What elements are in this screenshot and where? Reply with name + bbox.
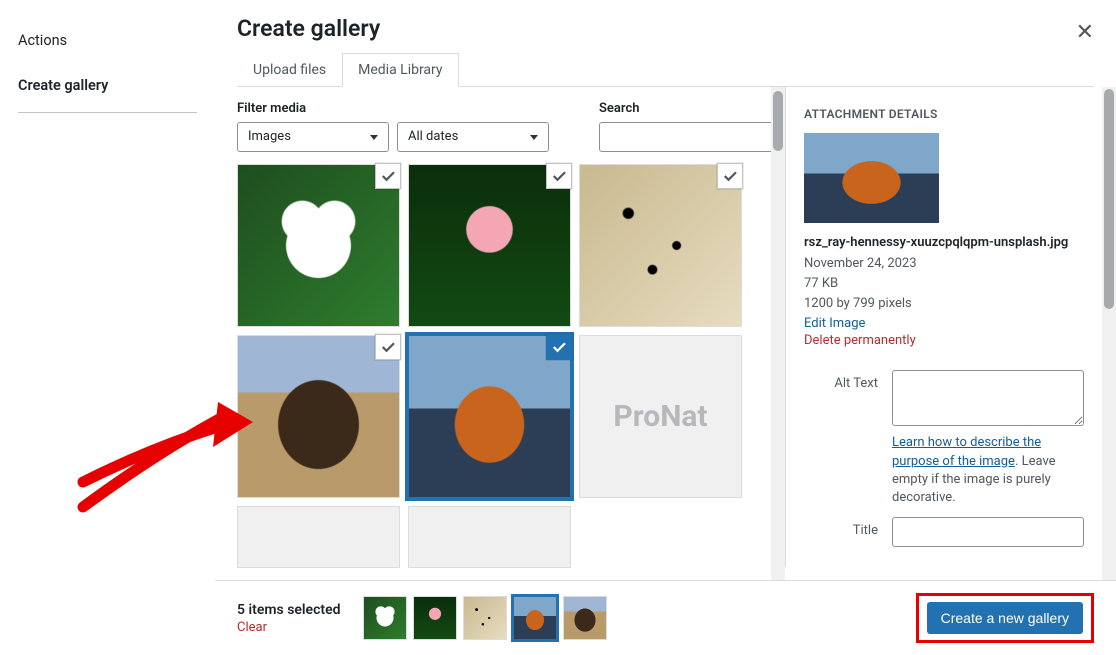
check-icon[interactable] xyxy=(717,163,743,189)
search-label: Search xyxy=(599,101,777,116)
check-icon[interactable] xyxy=(546,163,572,189)
clear-selection-link[interactable]: Clear xyxy=(237,620,341,635)
media-thumb-leopard[interactable] xyxy=(579,164,742,327)
attachment-size: 77 KB xyxy=(804,274,1084,294)
selection-count: 5 items selected xyxy=(237,602,341,618)
sidebar-item-create-gallery[interactable]: Create gallery xyxy=(18,67,197,113)
create-new-gallery-button[interactable]: Create a new gallery xyxy=(927,602,1083,634)
alt-text-input[interactable] xyxy=(892,370,1084,426)
strip-thumb-panda[interactable] xyxy=(363,596,407,640)
sidebar-item-actions[interactable]: Actions xyxy=(18,22,197,67)
media-thumb-fox[interactable] xyxy=(408,335,571,498)
create-button-highlight: Create a new gallery xyxy=(916,593,1094,643)
title-label: Title xyxy=(804,517,892,538)
attachment-heading: ATTACHMENT DETAILS xyxy=(804,107,1084,121)
media-thumb-bison[interactable] xyxy=(237,335,400,498)
media-thumb-flamingo[interactable] xyxy=(408,164,571,327)
alt-text-label: Alt Text xyxy=(804,370,892,391)
media-thumb-panda[interactable] xyxy=(237,164,400,327)
filter-media-type-select[interactable]: Images xyxy=(237,122,389,152)
filter-media-label: Filter media xyxy=(237,101,549,116)
attachment-date: November 24, 2023 xyxy=(804,254,1084,274)
title-input[interactable] xyxy=(892,517,1084,547)
tabs: Upload files Media Library xyxy=(237,52,1094,87)
media-grid: ProNat xyxy=(237,164,757,568)
media-scrollbar[interactable] xyxy=(771,87,785,580)
footer-toolbar: 5 items selected Clear Create a new gall… xyxy=(215,580,1116,655)
strip-thumb-bison[interactable] xyxy=(563,596,607,640)
alt-text-helper: Learn how to describe the purpose of the… xyxy=(892,434,1084,507)
strip-thumb-leopard[interactable] xyxy=(463,596,507,640)
attachment-filename: rsz_ray-hennessy-xuuzcpqlqpm-unsplash.jp… xyxy=(804,235,1084,250)
edit-image-link[interactable]: Edit Image xyxy=(804,316,1084,331)
close-icon[interactable]: ✕ xyxy=(1076,20,1094,45)
page-title: Create gallery xyxy=(237,14,1094,44)
media-thumb-placeholder[interactable]: ProNat xyxy=(579,335,742,498)
delete-permanently-link[interactable]: Delete permanently xyxy=(804,333,1084,348)
tab-upload-files[interactable]: Upload files xyxy=(237,53,342,87)
attachment-dimensions: 1200 by 799 pixels xyxy=(804,294,1084,314)
left-sidebar: Actions Create gallery xyxy=(0,0,215,655)
filter-date-select[interactable]: All dates xyxy=(397,122,549,152)
strip-thumb-fox[interactable] xyxy=(513,596,557,640)
media-thumb-placeholder[interactable] xyxy=(237,506,400,568)
check-icon[interactable] xyxy=(375,163,401,189)
tab-media-library[interactable]: Media Library xyxy=(342,53,458,87)
strip-thumb-flamingo[interactable] xyxy=(413,596,457,640)
media-thumb-placeholder[interactable] xyxy=(408,506,571,568)
attachment-preview xyxy=(804,133,939,223)
search-input[interactable] xyxy=(599,122,777,152)
attachment-scrollbar[interactable] xyxy=(1102,87,1116,580)
selection-strip xyxy=(363,596,607,640)
attachment-details-panel: ATTACHMENT DETAILS rsz_ray-hennessy-xuuz… xyxy=(785,87,1102,567)
check-icon[interactable] xyxy=(375,334,401,360)
check-icon[interactable] xyxy=(546,334,572,360)
media-browser: Filter media Images All dates Search xyxy=(215,87,785,580)
